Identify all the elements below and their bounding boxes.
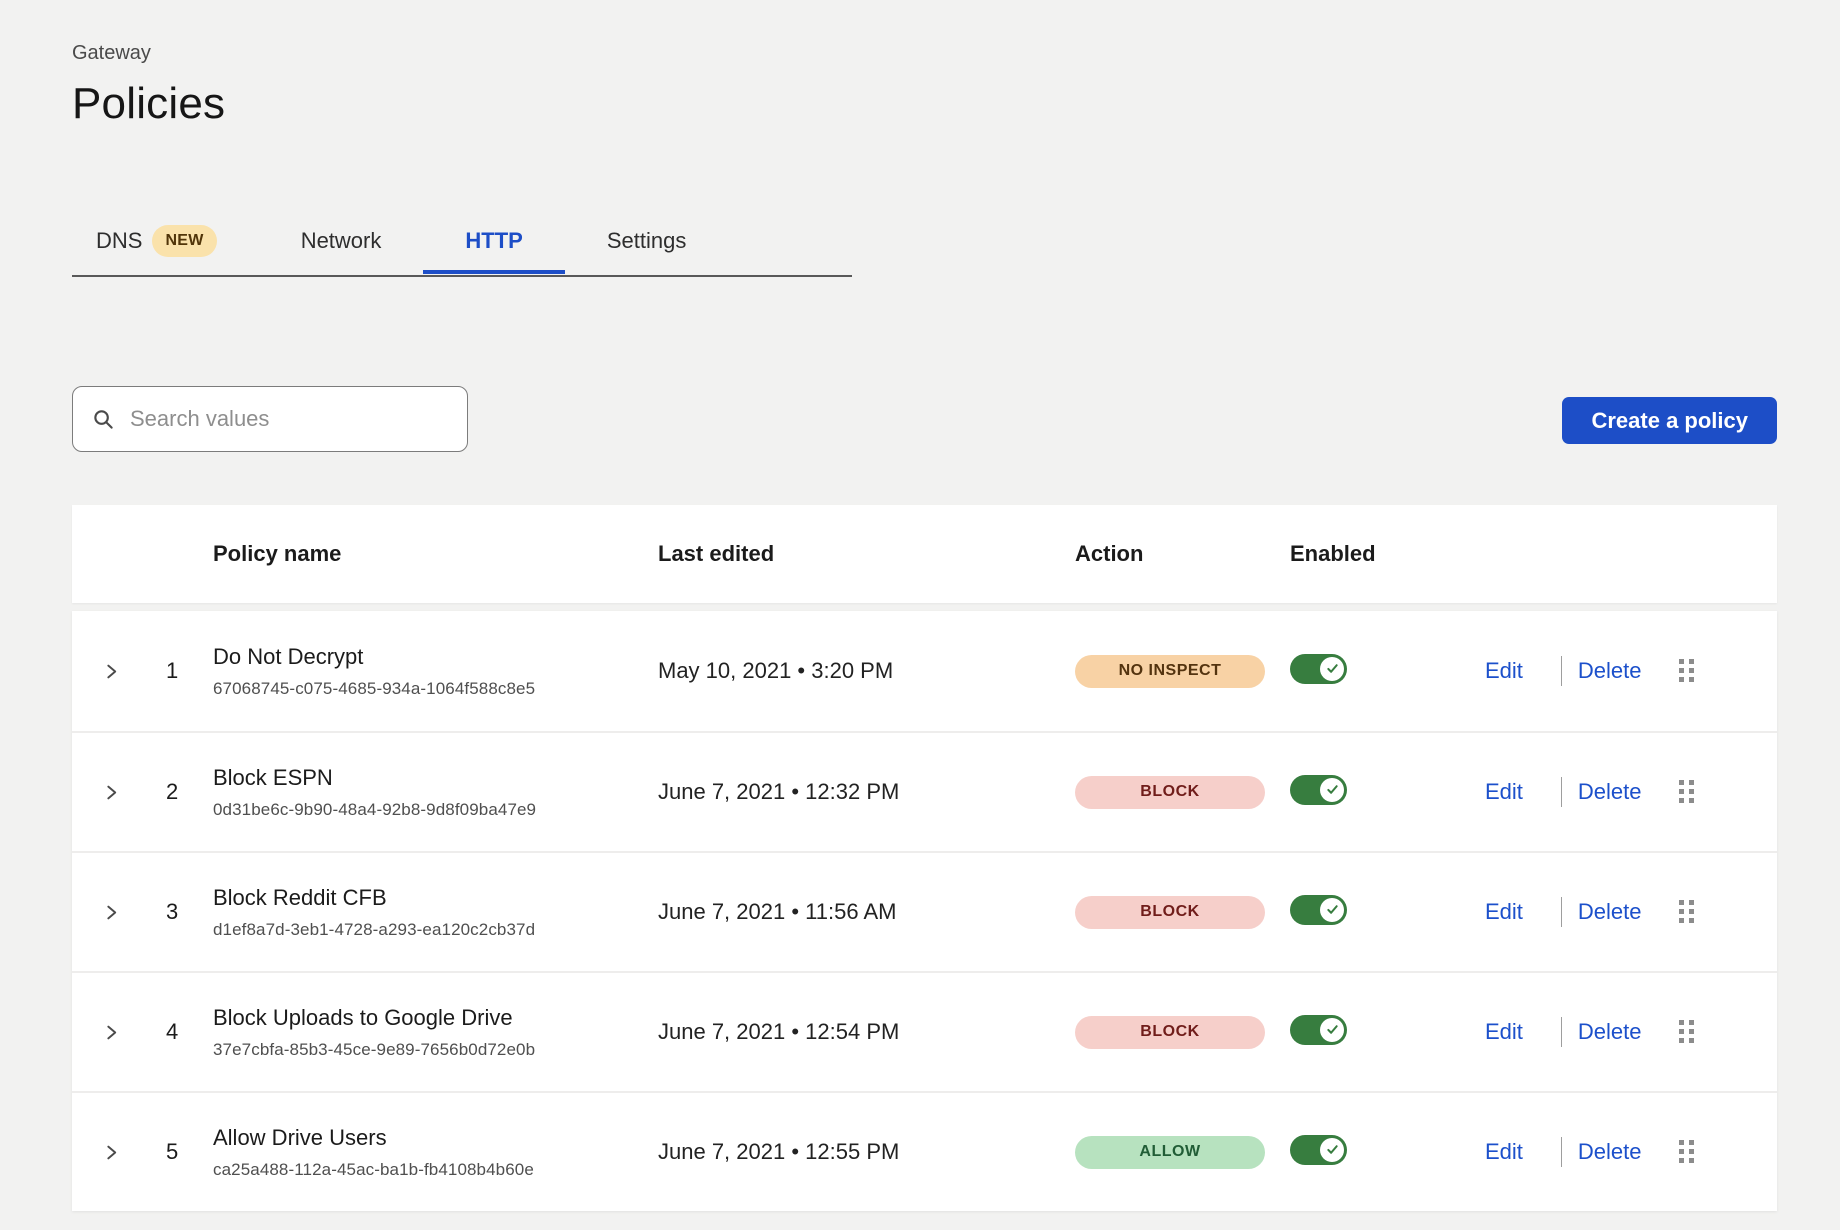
edit-link[interactable]: Edit: [1485, 899, 1523, 925]
link-divider: [1561, 897, 1562, 927]
tab-network[interactable]: Network: [259, 228, 424, 272]
gateway-policies-page: Gateway Policies DNS NEW Network HTTP Se…: [0, 0, 1840, 1211]
row-index: 2: [136, 779, 213, 805]
expand-chevron-icon[interactable]: [103, 1144, 120, 1161]
expand-chevron-icon[interactable]: [103, 663, 120, 680]
toggle-check-icon: [1320, 1018, 1344, 1042]
edit-link[interactable]: Edit: [1485, 1139, 1523, 1165]
delete-link[interactable]: Delete: [1578, 899, 1642, 925]
drag-handle-icon[interactable]: [1679, 659, 1695, 683]
delete-link[interactable]: Delete: [1578, 658, 1642, 684]
toggle-check-icon: [1320, 898, 1344, 922]
link-divider: [1561, 777, 1562, 807]
table-row: 2 Block ESPN 0d31be6c-9b90-48a4-92b8-9d8…: [72, 731, 1777, 851]
row-index: 4: [136, 1019, 213, 1045]
policy-uuid: 67068745-c075-4685-934a-1064f588c8e5: [213, 679, 658, 699]
search-icon: [92, 408, 115, 431]
action-badge: BLOCK: [1075, 1016, 1265, 1049]
action-badge: ALLOW: [1075, 1136, 1265, 1169]
policy-name: Block Reddit CFB: [213, 885, 658, 911]
expand-chevron-icon[interactable]: [103, 904, 120, 921]
drag-handle-icon[interactable]: [1679, 900, 1695, 924]
last-edited: June 7, 2021 • 12:54 PM: [658, 1019, 1075, 1045]
toolbar: Create a policy: [72, 386, 1777, 452]
tab-dns[interactable]: DNS NEW: [72, 225, 259, 275]
action-badge: NO INSPECT: [1075, 655, 1265, 688]
policy-name: Block Uploads to Google Drive: [213, 1005, 658, 1031]
drag-handle-icon[interactable]: [1679, 1140, 1695, 1164]
last-edited: June 7, 2021 • 12:55 PM: [658, 1139, 1075, 1165]
tab-network-label: Network: [301, 228, 382, 254]
create-policy-button[interactable]: Create a policy: [1562, 397, 1777, 444]
expand-chevron-icon[interactable]: [103, 784, 120, 801]
search-input[interactable]: [130, 406, 448, 432]
header-action: Action: [1075, 541, 1290, 567]
page-title: Policies: [72, 79, 1777, 129]
table-row: 5 Allow Drive Users ca25a488-112a-45ac-b…: [72, 1091, 1777, 1211]
search-box[interactable]: [72, 386, 468, 452]
tab-settings-label: Settings: [607, 228, 687, 254]
header-enabled: Enabled: [1290, 541, 1485, 567]
link-divider: [1561, 1137, 1562, 1167]
tab-http[interactable]: HTTP: [423, 228, 564, 272]
header-policy-name: Policy name: [213, 541, 658, 567]
policy-name: Block ESPN: [213, 765, 658, 791]
tab-http-label: HTTP: [465, 228, 522, 254]
header-last-edited: Last edited: [658, 541, 1075, 567]
enabled-toggle[interactable]: [1290, 1015, 1347, 1045]
policy-uuid: d1ef8a7d-3eb1-4728-a293-ea120c2cb37d: [213, 920, 658, 940]
action-badge: BLOCK: [1075, 896, 1265, 929]
toggle-check-icon: [1320, 1138, 1344, 1162]
table-row: 3 Block Reddit CFB d1ef8a7d-3eb1-4728-a2…: [72, 851, 1777, 971]
expand-chevron-icon[interactable]: [103, 1024, 120, 1041]
edit-link[interactable]: Edit: [1485, 779, 1523, 805]
row-index: 1: [136, 658, 213, 684]
last-edited: June 7, 2021 • 11:56 AM: [658, 899, 1075, 925]
drag-handle-icon[interactable]: [1679, 1020, 1695, 1044]
action-badge: BLOCK: [1075, 776, 1265, 809]
delete-link[interactable]: Delete: [1578, 1019, 1642, 1045]
row-index: 3: [136, 899, 213, 925]
row-index: 5: [136, 1139, 213, 1165]
link-divider: [1561, 656, 1562, 686]
edit-link[interactable]: Edit: [1485, 1019, 1523, 1045]
delete-link[interactable]: Delete: [1578, 1139, 1642, 1165]
policy-name: Do Not Decrypt: [213, 644, 658, 670]
drag-handle-icon[interactable]: [1679, 780, 1695, 804]
table-row: 1 Do Not Decrypt 67068745-c075-4685-934a…: [72, 611, 1777, 731]
table-body: 1 Do Not Decrypt 67068745-c075-4685-934a…: [72, 611, 1777, 1211]
policy-name: Allow Drive Users: [213, 1125, 658, 1151]
last-edited: June 7, 2021 • 12:32 PM: [658, 779, 1075, 805]
toggle-check-icon: [1320, 778, 1344, 802]
policies-table: Policy name Last edited Action Enabled 1…: [72, 505, 1777, 1211]
enabled-toggle[interactable]: [1290, 1135, 1347, 1165]
tab-settings[interactable]: Settings: [565, 228, 729, 272]
enabled-toggle[interactable]: [1290, 895, 1347, 925]
policy-uuid: 37e7cbfa-85b3-45ce-9e89-7656b0d72e0b: [213, 1040, 658, 1060]
enabled-toggle[interactable]: [1290, 775, 1347, 805]
tab-bar: DNS NEW Network HTTP Settings: [72, 225, 852, 277]
link-divider: [1561, 1017, 1562, 1047]
table-row: 4 Block Uploads to Google Drive 37e7cbfa…: [72, 971, 1777, 1091]
enabled-toggle[interactable]: [1290, 654, 1347, 684]
breadcrumb: Gateway: [72, 0, 1777, 65]
edit-link[interactable]: Edit: [1485, 658, 1523, 684]
last-edited: May 10, 2021 • 3:20 PM: [658, 658, 1075, 684]
new-badge: NEW: [152, 225, 216, 257]
table-header-row: Policy name Last edited Action Enabled: [72, 505, 1777, 603]
delete-link[interactable]: Delete: [1578, 779, 1642, 805]
policy-uuid: ca25a488-112a-45ac-ba1b-fb4108b4b60e: [213, 1160, 658, 1180]
toggle-check-icon: [1320, 657, 1344, 681]
policy-uuid: 0d31be6c-9b90-48a4-92b8-9d8f09ba47e9: [213, 800, 658, 820]
tab-dns-label: DNS: [96, 228, 142, 254]
